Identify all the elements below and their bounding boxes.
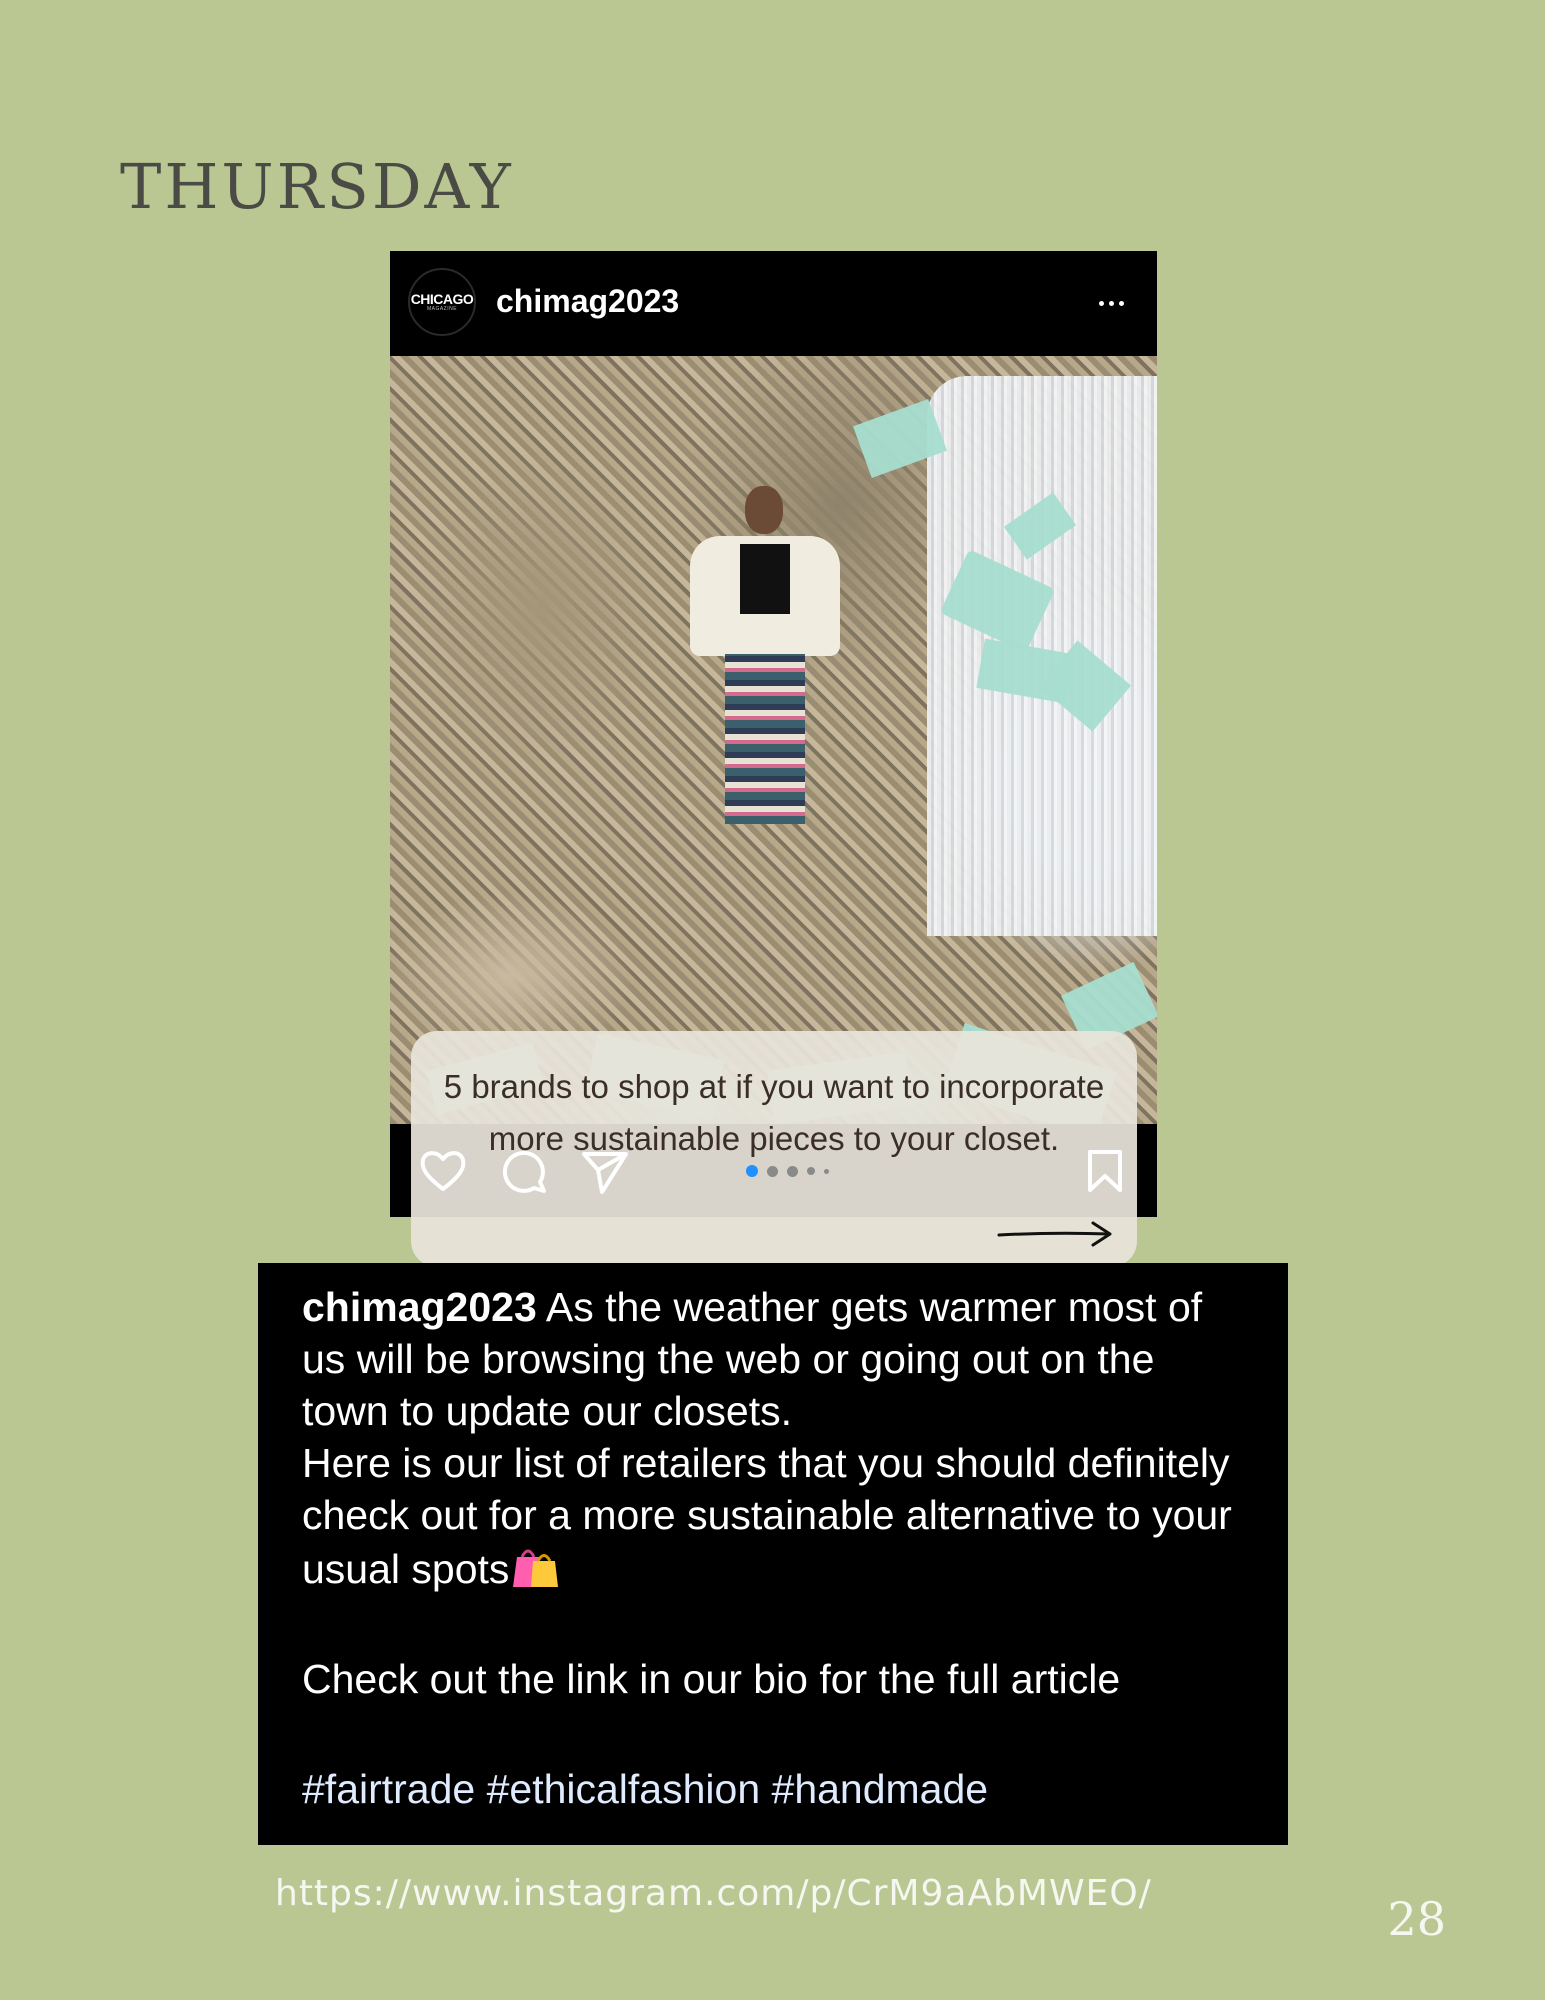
more-icon[interactable] <box>1089 281 1133 325</box>
caption-paragraph: chimag2023 As the weather gets warmer mo… <box>302 1281 1248 1437</box>
caption-username[interactable]: chimag2023 <box>302 1284 537 1330</box>
avatar-logo-subtext: MAGAZINE <box>426 306 458 312</box>
instagram-post: CHICAGO MAGAZINE chimag2023 5 brands to … <box>390 251 1157 1267</box>
carousel-dot <box>787 1165 798 1177</box>
carousel-indicator <box>746 1165 829 1177</box>
post-header: CHICAGO MAGAZINE chimag2023 <box>390 251 1157 355</box>
avatar[interactable]: CHICAGO MAGAZINE <box>408 268 476 336</box>
carousel-dot <box>767 1165 778 1177</box>
caption-text-2: Here is our list of retailers that you s… <box>302 1440 1232 1592</box>
source-url[interactable]: https://www.instagram.com/p/CrM9aAbMWEO/ <box>275 1873 1152 1914</box>
post-actions-bar <box>390 1124 1157 1217</box>
caption-paragraph: Here is our list of retailers that you s… <box>302 1437 1248 1595</box>
carousel-dot <box>807 1167 815 1175</box>
bookmark-icon[interactable] <box>1080 1146 1130 1196</box>
avatar-logo-text: CHICAGO <box>410 291 474 307</box>
caption-text-3: Check out the link in our bio for the fu… <box>302 1656 1121 1702</box>
share-icon[interactable] <box>580 1146 630 1196</box>
comment-icon[interactable] <box>499 1146 549 1196</box>
carousel-dot-active <box>746 1165 758 1177</box>
model-figure <box>665 486 855 826</box>
shopping-bags-icon <box>513 1549 559 1587</box>
post-caption-box: chimag2023 As the weather gets warmer mo… <box>258 1263 1288 1845</box>
caption-hashtags[interactable]: #fairtrade #ethicalfashion #handmade <box>302 1763 1248 1815</box>
arrow-right-icon <box>997 1221 1112 1247</box>
page-number: 28 <box>1387 1892 1446 1946</box>
day-title: THURSDAY <box>120 150 514 223</box>
post-image[interactable] <box>390 356 1157 1124</box>
carousel-dot <box>824 1168 829 1174</box>
post-username[interactable]: chimag2023 <box>496 283 679 320</box>
heart-icon[interactable] <box>418 1146 468 1196</box>
